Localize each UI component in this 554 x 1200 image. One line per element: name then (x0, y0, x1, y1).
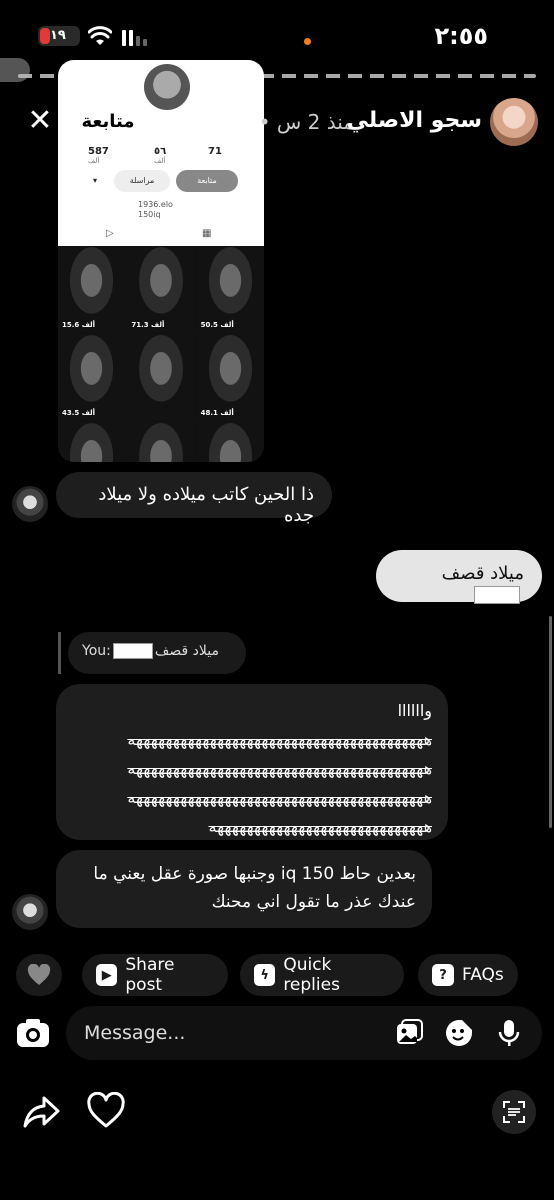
grid-post (196, 422, 264, 462)
question-icon: ? (432, 964, 454, 986)
received-message[interactable]: بعدين حاط iq 150 وجنبها صورة عقل يعني ما… (56, 850, 432, 928)
profile-follow-button: متابعة (176, 170, 238, 192)
grid-post: 43.5 ألف (58, 334, 126, 420)
clock: ٢:٥٥ (434, 22, 488, 50)
sender-avatar[interactable] (12, 894, 48, 930)
heart-icon (27, 964, 51, 985)
grid-post (58, 422, 126, 462)
text-scan-button[interactable] (492, 1090, 536, 1134)
follow-button[interactable]: متابعة (68, 100, 148, 144)
wifi-icon (88, 26, 112, 45)
sender-avatar[interactable] (12, 486, 48, 522)
story-progress-start (0, 58, 30, 82)
signal-icon (122, 28, 148, 46)
profile-tabs: ▷ ▦ (58, 226, 264, 246)
story-username[interactable]: سجو الاصلي (347, 108, 482, 133)
profile-screenshot-header: 71 ٥٦ ألف 587 ألف متابعة مراسلة ▾ 1936.elo… (58, 60, 264, 246)
grid-post: 50.5 ألف (196, 246, 264, 332)
privacy-indicator (304, 38, 311, 45)
received-message[interactable]: واااااا هههههههههههههههههههههههههههههههه… (56, 684, 448, 840)
grid-post: 15.6 ألف (58, 246, 126, 332)
message-input[interactable] (84, 1006, 384, 1060)
profile-bio: 1936.elo 150iq (138, 200, 173, 219)
microphone-icon[interactable] (494, 1018, 524, 1048)
scrollbar[interactable] (549, 616, 552, 828)
quick-replies-chip[interactable]: ϟ Quick replies (240, 954, 404, 996)
redacted-block (112, 643, 153, 659)
story-avatar[interactable] (490, 98, 538, 146)
share-post-chip[interactable]: ▶ Share post (82, 954, 228, 996)
battery-icon: ١٩ (38, 26, 80, 46)
profile-post-grid: 15.6 ألف 71.3 ألف 50.5 ألف 43.5 ألف 48.1… (58, 246, 264, 462)
camera-icon[interactable] (14, 1014, 52, 1052)
profile-avatar (144, 64, 190, 110)
grid-post (127, 422, 195, 462)
grid-post: 48.1 ألف (196, 334, 264, 420)
play-icon: ▶ (96, 964, 118, 986)
message-composer[interactable] (66, 1006, 542, 1060)
reply-indicator-line (58, 632, 61, 674)
lightning-icon: ϟ (254, 964, 276, 986)
like-button[interactable] (16, 954, 62, 996)
gallery-icon[interactable] (394, 1018, 424, 1048)
grid-tab-icon: ▦ (202, 228, 212, 239)
stat-followers: ٥٦ ألف (154, 146, 167, 165)
chevron-down-icon: ▾ (92, 176, 97, 185)
sent-message[interactable]: ميلاد قصف (376, 550, 542, 604)
grid-post: 71.3 ألف (127, 246, 195, 332)
reply-quote[interactable]: You: ميلاد قصف (68, 632, 246, 674)
reels-tab-icon: ▷ (106, 228, 114, 239)
close-icon[interactable]: ✕ (26, 106, 54, 136)
received-message[interactable]: ذا الحين كاتب ميلاده ولا ميلاد جده (56, 472, 332, 526)
profile-message-button: مراسلة (114, 170, 170, 192)
battery-level: ١٩ (50, 28, 66, 43)
grid-post (127, 334, 195, 420)
redacted-block (474, 586, 520, 604)
post-time: • منذ 2 س (258, 110, 354, 134)
stat-posts: 71 (208, 146, 222, 157)
faqs-chip[interactable]: ? FAQs (418, 954, 518, 996)
status-bar: ١٩ ٢:٥٥ (0, 0, 554, 60)
share-arrow-icon[interactable] (22, 1092, 62, 1132)
sticker-icon[interactable] (444, 1018, 474, 1048)
stat-following: 587 ألف (88, 146, 109, 165)
heart-outline-icon[interactable] (86, 1092, 126, 1132)
scan-icon (503, 1101, 525, 1123)
